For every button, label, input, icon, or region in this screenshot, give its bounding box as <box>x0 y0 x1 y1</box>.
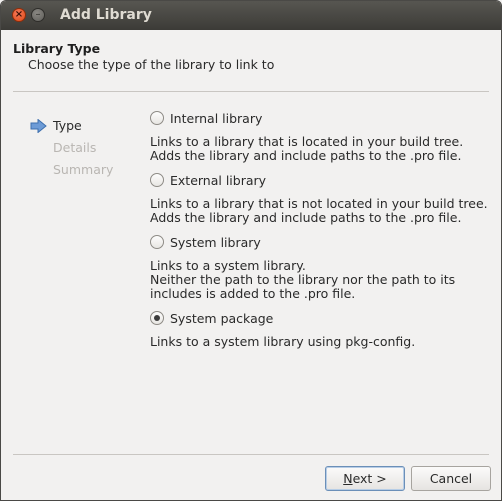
header-divider <box>13 91 489 92</box>
add-library-dialog: × – Add Library Library Type Choose the … <box>0 0 502 501</box>
cancel-button-label: Cancel <box>429 471 473 486</box>
system-library-desc-1: Links to a system library. <box>150 258 306 273</box>
system-library-desc-2: Neither the path to the library nor the … <box>150 272 456 287</box>
system-library-desc-3: includes is added to the .pro file. <box>150 286 356 301</box>
external-library-desc-1: Links to a library that is not located i… <box>150 196 488 211</box>
next-button-mnemonic: N <box>343 471 353 486</box>
page-title: Library Type <box>13 41 101 56</box>
external-library-radio[interactable] <box>150 173 164 187</box>
external-library-label[interactable]: External library <box>170 173 266 188</box>
internal-library-desc-1: Links to a library that is located in yo… <box>150 134 464 149</box>
minimize-icon: – <box>35 9 41 20</box>
title-bar: × – Add Library <box>1 1 501 30</box>
footer-divider <box>13 454 489 455</box>
cancel-button[interactable]: Cancel <box>411 466 491 491</box>
next-button-label: ext > <box>352 471 387 486</box>
internal-library-radio[interactable] <box>150 111 164 125</box>
external-library-desc-2: Adds the library and include paths to th… <box>150 210 462 225</box>
system-package-label[interactable]: System package <box>170 311 273 326</box>
system-library-label[interactable]: System library <box>170 235 261 250</box>
next-button[interactable]: Next > <box>325 466 405 491</box>
close-window-button[interactable]: × <box>12 8 26 22</box>
current-step-arrow-icon <box>30 119 47 133</box>
minimize-window-button[interactable]: – <box>31 8 45 22</box>
internal-library-desc-2: Adds the library and include paths to th… <box>150 148 462 163</box>
internal-library-label[interactable]: Internal library <box>170 111 262 126</box>
close-icon: × <box>14 9 24 20</box>
system-package-desc-1: Links to a system library using pkg-conf… <box>150 334 416 349</box>
step-type: Type <box>53 118 82 133</box>
step-details: Details <box>53 140 97 155</box>
page-subtitle: Choose the type of the library to link t… <box>28 57 275 72</box>
system-package-radio[interactable] <box>150 311 164 325</box>
step-summary: Summary <box>53 162 114 177</box>
system-library-radio[interactable] <box>150 235 164 249</box>
window-title: Add Library <box>60 7 152 23</box>
